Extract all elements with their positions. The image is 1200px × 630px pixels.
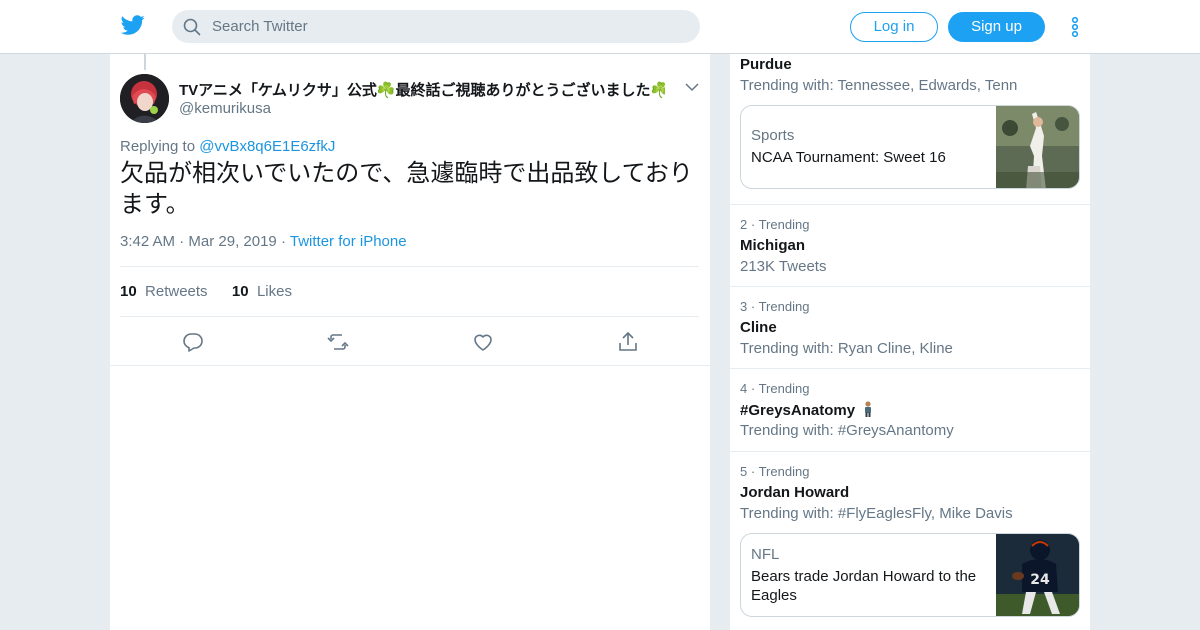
trend-item[interactable]: Purdue Trending with: Tennessee, Edwards… bbox=[730, 54, 1090, 205]
trend-rank-label: Trending bbox=[758, 381, 810, 396]
share-icon[interactable] bbox=[617, 331, 639, 353]
trend-hashtag: #GreysAnatomy bbox=[740, 402, 856, 419]
trend-rank: 2 · Trending bbox=[740, 217, 809, 232]
divider bbox=[120, 316, 699, 317]
trend-separator: · bbox=[750, 464, 756, 479]
card-category: NFL bbox=[751, 546, 780, 563]
divider bbox=[110, 365, 710, 366]
heart-icon[interactable] bbox=[472, 331, 494, 353]
avatar-image bbox=[120, 74, 169, 123]
trend-separator: · bbox=[750, 299, 756, 314]
trend-news-card[interactable]: NFL Bears trade Jordan Howard to the Eag… bbox=[740, 533, 1080, 617]
trend-rank-label: Trending bbox=[758, 299, 810, 314]
trend-rank: 4 · Trending bbox=[740, 381, 809, 396]
retweets-label: Retweets bbox=[145, 283, 208, 300]
search-input[interactable] bbox=[212, 10, 682, 43]
hashtag-emoji-icon bbox=[865, 401, 872, 417]
card-title: Bears trade Jordan Howard to the Eagles bbox=[751, 568, 977, 604]
tweet-timestamp: 3:42 AM · Mar 29, 2019 · Twitter for iPh… bbox=[120, 233, 407, 250]
author-name[interactable]: TVアニメ「ケムリクサ」公式☘️最終話ご視聴ありがとうございました☘️ bbox=[179, 79, 665, 100]
trend-news-card[interactable]: Sports NCAA Tournament: Sweet 16 bbox=[740, 105, 1080, 189]
tweet-panel: TVアニメ「ケムリクサ」公式☘️最終話ご視聴ありがとうございました☘️ @kem… bbox=[110, 54, 710, 630]
retweets-count: 10 bbox=[120, 283, 137, 300]
trend-context: Trending with: Ryan Cline, Kline bbox=[740, 340, 953, 357]
likes-label: Likes bbox=[256, 283, 292, 300]
log-in-button[interactable]: Log in bbox=[850, 12, 938, 42]
trend-rank: 5 · Trending bbox=[740, 464, 809, 479]
trend-context: Trending with: Tennessee, Edwards, Tenn bbox=[740, 77, 1018, 94]
tweet-stats: 10 Retweets 10 Likes bbox=[120, 283, 292, 300]
thread-connector-line bbox=[144, 54, 146, 70]
card-category: Sports bbox=[751, 127, 795, 144]
likes-count: 10 bbox=[231, 283, 249, 300]
trend-rank-number: 3 bbox=[740, 299, 748, 314]
divider bbox=[120, 266, 699, 267]
card-thumbnail-image bbox=[996, 106, 1079, 188]
retweets-stat[interactable]: 10 Retweets bbox=[120, 283, 208, 300]
tweet-date[interactable]: Mar 29, 2019 bbox=[188, 233, 276, 250]
trend-name[interactable]: Michigan bbox=[740, 237, 805, 254]
trend-separator: · bbox=[750, 217, 756, 232]
trend-rank-label: Trending bbox=[758, 464, 810, 479]
trend-item[interactable]: 4 · Trending #GreysAnatomy Trending with… bbox=[730, 369, 1090, 452]
reply-icon[interactable] bbox=[182, 331, 204, 353]
trend-name[interactable]: Cline bbox=[740, 319, 777, 336]
more-vertical-icon[interactable] bbox=[1067, 15, 1083, 39]
tweet-text: 欠品が相次いでいたので、急遽臨時で出品致しております。 bbox=[120, 160, 693, 218]
tweet-time[interactable]: 3:42 AM bbox=[120, 233, 175, 250]
search-icon bbox=[183, 18, 201, 36]
trend-separator: · bbox=[750, 381, 756, 396]
trend-rank: 3 · Trending bbox=[740, 299, 809, 314]
trend-rank-number: 4 bbox=[740, 381, 748, 396]
trend-rank-label: Trending bbox=[758, 217, 810, 232]
tweet-source-link[interactable]: Twitter for iPhone bbox=[290, 233, 407, 250]
trend-rank-number: 2 bbox=[740, 217, 748, 232]
trends-panel: Purdue Trending with: Tennessee, Edwards… bbox=[730, 54, 1090, 630]
card-title: NCAA Tournament: Sweet 16 bbox=[751, 149, 946, 166]
meta-separator: · bbox=[280, 233, 286, 250]
avatar[interactable] bbox=[120, 74, 169, 123]
trend-name[interactable]: #GreysAnatomy bbox=[740, 401, 874, 419]
trend-item[interactable]: 5 · Trending Jordan Howard Trending with… bbox=[730, 452, 1090, 630]
svg-text:24: 24 bbox=[1030, 572, 1050, 588]
trend-context: Trending with: #FlyEaglesFly, Mike Davis bbox=[740, 505, 1013, 522]
trend-context: 213K Tweets bbox=[740, 258, 827, 275]
twitter-bird-icon[interactable] bbox=[120, 13, 146, 37]
chevron-down-icon[interactable] bbox=[684, 80, 700, 94]
trend-name[interactable]: Jordan Howard bbox=[740, 484, 849, 501]
replying-to-label: Replying to bbox=[120, 138, 196, 155]
card-thumbnail-image: 24 bbox=[996, 534, 1079, 616]
reply-mention-link[interactable]: @vvBx8q6E1E6zfkJ bbox=[199, 138, 335, 155]
trend-context: Trending with: #GreysAnantomy bbox=[740, 422, 954, 439]
trend-name[interactable]: Purdue bbox=[740, 56, 792, 73]
author-handle[interactable]: @kemurikusa bbox=[179, 100, 271, 117]
trend-rank-number: 5 bbox=[740, 464, 748, 479]
top-navigation-bar: Log in Sign up bbox=[0, 0, 1200, 54]
sign-up-button[interactable]: Sign up bbox=[948, 12, 1045, 42]
search-box[interactable] bbox=[172, 10, 700, 43]
trend-item[interactable]: 3 · Trending Cline Trending with: Ryan C… bbox=[730, 287, 1090, 369]
trend-item[interactable]: 2 · Trending Michigan 213K Tweets bbox=[730, 205, 1090, 287]
replying-to-line: Replying to @vvBx8q6E1E6zfkJ bbox=[120, 138, 335, 155]
meta-separator: · bbox=[179, 233, 185, 250]
retweet-icon[interactable] bbox=[327, 331, 349, 353]
likes-stat[interactable]: 10 Likes bbox=[232, 283, 292, 300]
